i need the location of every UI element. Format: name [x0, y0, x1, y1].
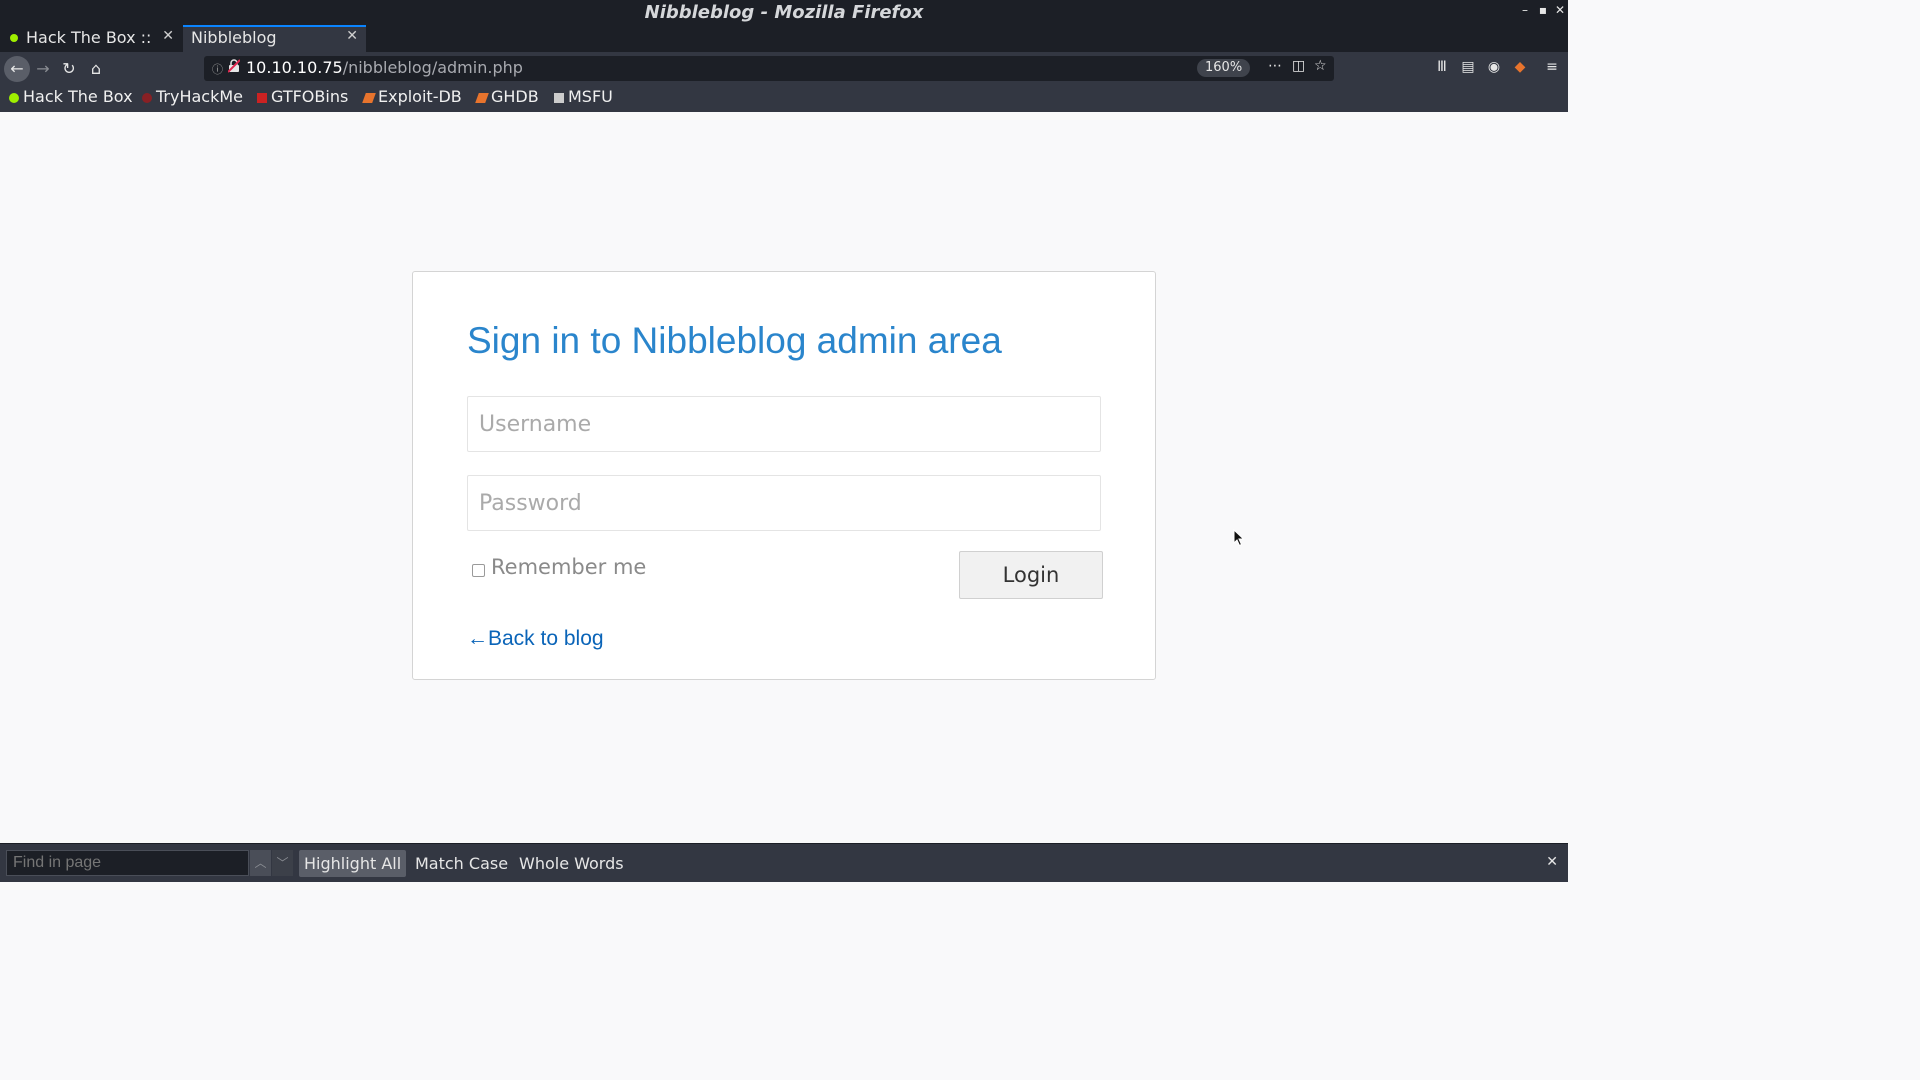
remember-me-label[interactable]: Remember me [491, 555, 646, 579]
hamburger-menu-icon[interactable]: ≡ [1543, 59, 1561, 75]
minimize-icon[interactable]: – [1518, 3, 1532, 17]
ghdb-icon [475, 92, 489, 103]
bookmark-gtfobins[interactable]: GTFOBins [257, 87, 348, 106]
highlight-all-toggle[interactable]: Highlight All [299, 850, 407, 877]
bookmark-hack-the-box[interactable]: Hack The Box [9, 87, 133, 106]
zoom-indicator[interactable]: 160% [1197, 59, 1251, 77]
mouse-cursor-icon [1233, 529, 1245, 547]
account-icon[interactable]: ◉ [1485, 59, 1503, 75]
url-host: 10.10.10.75 [246, 58, 343, 77]
username-input[interactable] [468, 397, 1100, 451]
remember-me-checkbox[interactable] [472, 564, 485, 577]
tab-label: Nibbleblog [191, 28, 277, 47]
find-bar: ︿ ﹀ Highlight All Match Case Whole Words… [0, 843, 1568, 882]
find-previous-icon[interactable]: ︿ [250, 850, 271, 876]
bookmark-ghdb[interactable]: GHDB [475, 87, 539, 106]
find-in-page-input[interactable] [6, 850, 249, 876]
reload-icon[interactable]: ↻ [57, 57, 81, 81]
login-button[interactable]: Login [959, 551, 1103, 599]
bookmark-exploit-db[interactable]: Exploit-DB [362, 87, 462, 106]
whole-words-toggle[interactable]: Whole Words [514, 850, 629, 877]
forward-icon[interactable]: → [31, 57, 55, 81]
tab-nibbleblog[interactable]: Nibbleblog ✕ [183, 25, 366, 52]
url-path: /nibbleblog/admin.php [342, 58, 523, 77]
back-icon[interactable]: ← [4, 56, 30, 82]
login-panel: Sign in to Nibbleblog admin area Remembe… [412, 271, 1156, 680]
bookmark-tryhackme[interactable]: TryHackMe [142, 87, 243, 106]
msfu-icon [554, 92, 564, 103]
match-case-toggle[interactable]: Match Case [410, 850, 513, 877]
window-title: Nibbleblog - Mozilla Firefox [644, 2, 924, 23]
insecure-lock-icon [228, 59, 240, 73]
tab-strip: Hack The Box :: M ✕ Nibbleblog ✕ + [0, 25, 1568, 73]
username-field-wrapper [467, 396, 1101, 452]
bookmark-msfu[interactable]: MSFU [554, 87, 613, 106]
find-bar-close-icon[interactable]: ✕ [1546, 854, 1558, 870]
bookmark-star-icon[interactable]: ☆ [1314, 58, 1327, 74]
library-icon[interactable]: Ⅲ [1433, 59, 1451, 75]
pocket-icon[interactable]: ◫ [1292, 58, 1305, 74]
tab-hack-the-box[interactable]: Hack The Box :: M ✕ [0, 25, 182, 52]
login-title: Sign in to Nibbleblog admin area [467, 320, 1002, 361]
window-close-icon[interactable]: ✕ [1553, 3, 1567, 17]
find-next-icon[interactable]: ﹀ [272, 850, 293, 876]
hackthebox-icon [9, 92, 19, 103]
exploit-db-icon [362, 92, 376, 103]
gtfobins-icon [257, 92, 267, 103]
sidebar-icon[interactable]: ▤ [1459, 59, 1477, 75]
window-titlebar: Nibbleblog - Mozilla Firefox – ▪ ✕ [0, 0, 1568, 25]
tab-close-icon[interactable]: ✕ [346, 28, 358, 44]
tab-label: Hack The Box :: M [26, 28, 156, 47]
tab-close-icon[interactable]: ✕ [162, 28, 174, 44]
password-field-wrapper [467, 475, 1101, 531]
back-to-blog-link[interactable]: ←Back to blog [467, 627, 604, 651]
more-actions-icon[interactable]: ⋯ [1268, 58, 1282, 74]
navigation-toolbar: ← → ↻ ⌂ ⓘ 10.10.10.75/nibbleblog/admin.p… [0, 52, 1568, 85]
password-input[interactable] [468, 476, 1100, 530]
extension-icon[interactable]: ◆ [1511, 59, 1529, 75]
tryhackme-icon [142, 92, 152, 103]
bookmarks-toolbar: Hack The Box TryHackMe GTFOBins Exploit-… [0, 85, 1568, 112]
page-content: Sign in to Nibbleblog admin area Remembe… [0, 112, 1568, 843]
url-text[interactable]: 10.10.10.75/nibbleblog/admin.php [246, 58, 523, 77]
home-icon[interactable]: ⌂ [84, 57, 108, 81]
url-bar[interactable]: ⓘ 10.10.10.75/nibbleblog/admin.php 160% … [204, 56, 1334, 81]
maximize-icon[interactable]: ▪ [1536, 3, 1550, 17]
info-icon[interactable]: ⓘ [212, 61, 223, 77]
hackthebox-favicon-icon [10, 34, 18, 42]
